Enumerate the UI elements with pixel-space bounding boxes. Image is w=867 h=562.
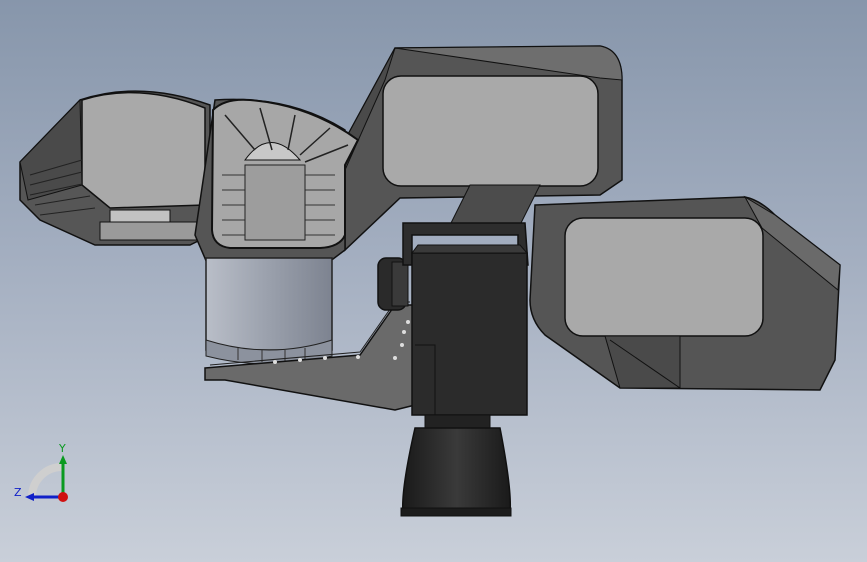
y-axis-label: Y xyxy=(58,442,66,455)
sensor-housing xyxy=(194,98,360,271)
x-axis-dot xyxy=(58,492,68,502)
z-axis-label: Z xyxy=(14,486,22,499)
sensor-cylinder xyxy=(205,257,333,365)
pole-base xyxy=(400,414,512,517)
center-yoke xyxy=(402,222,529,416)
right-lamp-head xyxy=(529,195,841,391)
coordinate-triad: Y Z xyxy=(10,440,80,510)
graphics-viewport[interactable]: Y Z xyxy=(0,0,867,562)
left-lamp-lens xyxy=(81,91,206,209)
pivot-knob xyxy=(377,257,409,311)
right-lamp-lens xyxy=(564,217,764,337)
left-lamp-head xyxy=(19,90,211,246)
upper-lamp-lens xyxy=(382,75,599,187)
model-3d-view[interactable] xyxy=(0,0,867,562)
